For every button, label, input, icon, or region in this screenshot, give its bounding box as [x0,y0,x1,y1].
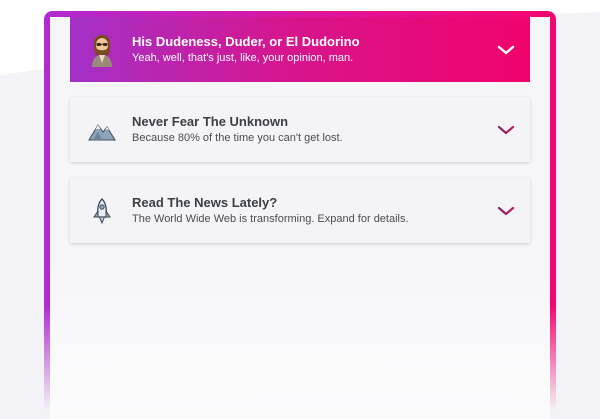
accordion-item-subtitle: Because 80% of the time you can't get lo… [132,131,343,144]
accordion-item-subtitle: Yeah, well, that's just, like, your opin… [132,51,354,64]
mountain-icon [87,113,117,147]
accordion-item-title: Read The News Lately? [132,194,278,210]
accordion-item-subtitle: The World Wide Web is transforming. Expa… [132,212,409,225]
panel-fade [50,250,550,419]
rocket-icon [87,194,117,228]
accordion-item-news[interactable]: Read The News Lately? The World Wide Web… [70,178,530,243]
dude-avatar-icon [87,33,117,67]
accordion-item-title: His Dudeness, Duder, or El Dudorino [132,33,360,49]
accordion-item-dude[interactable]: His Dudeness, Duder, or El Dudorino Yeah… [70,17,530,82]
accordion-item-title: Never Fear The Unknown [132,113,289,129]
accordion-item-unknown[interactable]: Never Fear The Unknown Because 80% of th… [70,97,530,162]
chevron-down-icon[interactable] [497,44,515,56]
chevron-down-icon[interactable] [497,124,515,136]
chevron-down-icon[interactable] [497,205,515,217]
